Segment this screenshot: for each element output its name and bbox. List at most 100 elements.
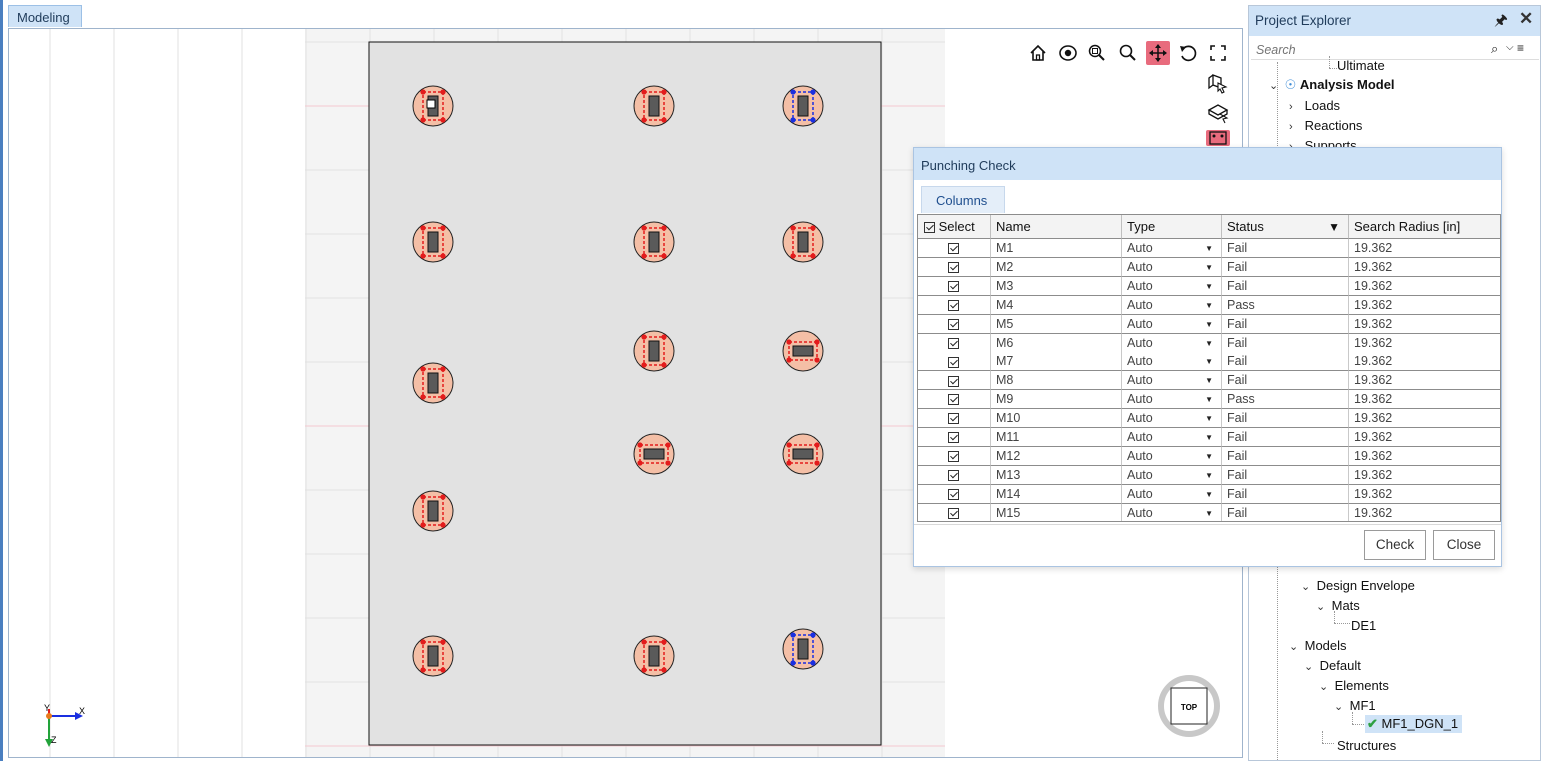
row-checkbox[interactable] <box>948 470 959 481</box>
select-all-checkbox[interactable] <box>924 222 935 234</box>
dropdown-arrow-icon[interactable]: ▼ <box>1205 296 1213 314</box>
row-checkbox[interactable] <box>948 299 959 311</box>
row-checkbox[interactable] <box>948 281 959 292</box>
fit-all-icon[interactable] <box>1206 41 1230 65</box>
tab-columns[interactable]: Columns <box>921 186 1005 213</box>
column-7[interactable] <box>633 330 675 372</box>
tree-item-structures[interactable]: Structures <box>1337 737 1396 755</box>
dropdown-arrow-icon[interactable]: ▼ <box>1205 447 1213 465</box>
row-type-dropdown[interactable]: Auto ▼ <box>1122 465 1222 485</box>
row-checkbox[interactable] <box>948 507 959 519</box>
row-checkbox[interactable] <box>948 318 959 330</box>
eye-icon[interactable] <box>1056 41 1080 65</box>
row-checkbox[interactable] <box>948 432 959 444</box>
dropdown-arrow-icon[interactable]: ▼ <box>1205 258 1213 276</box>
row-type-dropdown[interactable]: Auto ▼ <box>1122 333 1222 353</box>
chevron-right-icon[interactable]: › <box>1289 98 1301 116</box>
header-type[interactable]: Type <box>1122 215 1222 239</box>
row-type-dropdown[interactable]: Auto ▼ <box>1122 503 1222 521</box>
dropdown-arrow-icon[interactable]: ▼ <box>1205 277 1213 295</box>
tree-item-elements[interactable]: ⌄ Elements <box>1319 677 1389 695</box>
search-icon[interactable]: ⌕ <box>1491 41 1498 57</box>
tree-item-analysis-model[interactable]: ⌄ ☉ Analysis Model <box>1269 76 1395 94</box>
dropdown-arrow-icon[interactable]: ▼ <box>1205 371 1213 389</box>
chevron-down-icon[interactable]: ⌄ <box>1301 578 1313 596</box>
dropdown-arrow-icon[interactable]: ▼ <box>1205 409 1213 427</box>
punching-tool-icon[interactable] <box>1206 130 1230 146</box>
chevron-down-icon[interactable]: ⌄ <box>1289 638 1301 656</box>
tree-item-models[interactable]: ⌄ Models <box>1289 637 1347 655</box>
column-14[interactable] <box>633 635 675 677</box>
chevron-down-icon[interactable]: ⌵ <box>1506 42 1514 53</box>
tree-item-mf1[interactable]: ⌄ MF1 <box>1334 697 1376 715</box>
dropdown-arrow-icon[interactable]: ▼ <box>1205 390 1213 408</box>
select-area-icon[interactable] <box>1206 101 1230 125</box>
row-checkbox[interactable] <box>948 413 959 425</box>
row-type-dropdown[interactable]: Auto ▼ <box>1122 409 1222 429</box>
row-select-cell[interactable] <box>918 390 991 410</box>
explorer-search-box[interactable]: ⌕ ⌵ ≡ <box>1251 40 1539 60</box>
row-type-dropdown[interactable]: Auto ▼ <box>1122 314 1222 334</box>
tree-item-default[interactable]: ⌄ Default <box>1304 657 1361 675</box>
header-name[interactable]: Name <box>991 215 1122 239</box>
check-button[interactable]: Check <box>1364 530 1426 560</box>
dropdown-arrow-icon[interactable]: ▼ <box>1205 466 1213 484</box>
row-select-cell[interactable] <box>918 352 991 372</box>
row-type-dropdown[interactable]: Auto ▼ <box>1122 239 1222 258</box>
close-icon[interactable]: ✕ <box>1519 9 1533 29</box>
tree-item-design-envelope[interactable]: ⌄ Design Envelope <box>1301 577 1415 595</box>
column-10[interactable] <box>633 433 675 475</box>
home-icon[interactable] <box>1026 41 1050 65</box>
close-button[interactable]: Close <box>1433 530 1495 560</box>
tree-item-reactions[interactable]: › Reactions <box>1289 117 1362 135</box>
dropdown-arrow-icon[interactable]: ▼ <box>1205 352 1213 370</box>
explorer-search-input[interactable] <box>1254 42 1468 58</box>
row-type-dropdown[interactable]: Auto ▼ <box>1122 295 1222 315</box>
row-checkbox[interactable] <box>948 337 959 349</box>
row-select-cell[interactable] <box>918 371 991 391</box>
zoom-window-icon[interactable] <box>1085 41 1109 65</box>
chevron-down-icon[interactable]: ⌄ <box>1334 698 1346 716</box>
column-9[interactable] <box>412 362 454 404</box>
tree-item-loads[interactable]: › Loads <box>1289 97 1340 115</box>
row-select-cell[interactable] <box>918 257 991 277</box>
row-type-dropdown[interactable]: Auto ▼ <box>1122 276 1222 296</box>
tree-item-de1[interactable]: DE1 <box>1351 617 1376 635</box>
row-type-dropdown[interactable]: Auto ▼ <box>1122 484 1222 504</box>
row-type-dropdown[interactable]: Auto ▼ <box>1122 428 1222 447</box>
row-type-dropdown[interactable]: Auto ▼ <box>1122 257 1222 277</box>
chevron-down-icon[interactable]: ⌄ <box>1319 678 1331 696</box>
zoom-icon[interactable] <box>1116 41 1140 65</box>
tree-item-ultimate[interactable]: Ultimate <box>1337 57 1385 75</box>
view-cube[interactable]: TOP <box>1158 675 1220 737</box>
row-select-cell[interactable] <box>918 465 991 485</box>
tree-item-mf1-dgn-1[interactable]: ✔ MF1_DGN_1 <box>1365 715 1463 733</box>
row-select-cell[interactable] <box>918 428 991 447</box>
tab-modeling[interactable]: Modeling <box>8 5 82 27</box>
chevron-right-icon[interactable]: › <box>1289 138 1301 147</box>
chevron-down-icon[interactable]: ⌄ <box>1269 77 1281 95</box>
row-type-dropdown[interactable]: Auto ▼ <box>1122 446 1222 466</box>
header-status[interactable]: Status ▼ <box>1222 215 1349 239</box>
dropdown-arrow-icon[interactable]: ▼ <box>1205 485 1213 503</box>
pin-icon[interactable]: 🖈 <box>1494 10 1508 35</box>
column-12[interactable] <box>412 490 454 532</box>
column-15[interactable] <box>782 628 824 670</box>
row-checkbox[interactable] <box>948 375 959 387</box>
row-select-cell[interactable] <box>918 314 991 334</box>
row-select-cell[interactable] <box>918 239 991 258</box>
dropdown-arrow-icon[interactable]: ▼ <box>1205 315 1213 333</box>
dropdown-arrow-icon[interactable]: ▼ <box>1205 428 1213 446</box>
chevron-down-icon[interactable]: ⌄ <box>1304 658 1316 676</box>
row-checkbox[interactable] <box>948 356 959 368</box>
row-type-dropdown[interactable]: Auto ▼ <box>1122 390 1222 410</box>
column-6[interactable] <box>782 221 824 263</box>
row-checkbox[interactable] <box>948 262 959 274</box>
header-select[interactable]: Select <box>918 215 991 239</box>
column-1[interactable] <box>412 85 454 127</box>
row-type-dropdown[interactable]: Auto ▼ <box>1122 352 1222 372</box>
chevron-down-icon[interactable]: ⌄ <box>1316 598 1328 616</box>
column-3[interactable] <box>782 85 824 127</box>
row-type-dropdown[interactable]: Auto ▼ <box>1122 371 1222 391</box>
row-checkbox[interactable] <box>948 243 959 255</box>
